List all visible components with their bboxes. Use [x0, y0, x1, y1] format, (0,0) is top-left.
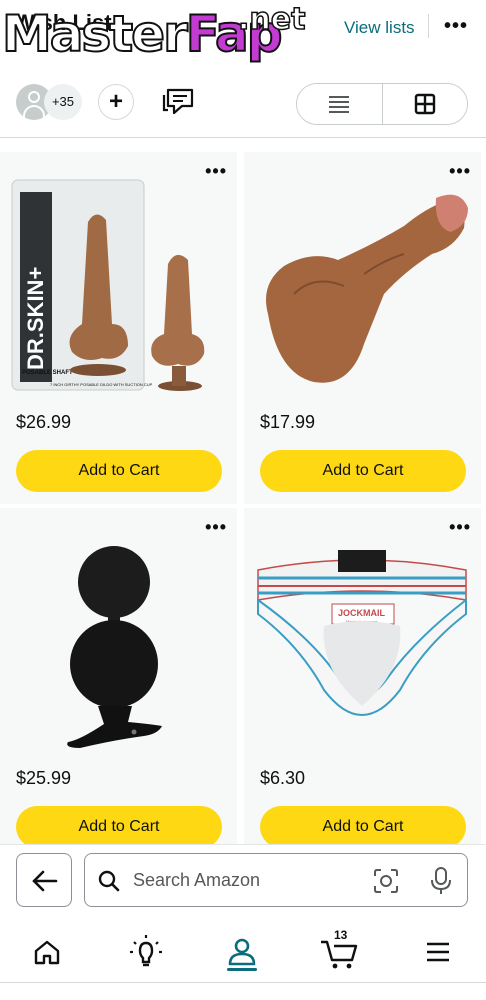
product-card[interactable]: ••• $25.99 Add to Cart	[0, 508, 237, 848]
list-toolbar: +35 +	[0, 76, 486, 130]
add-to-cart-button[interactable]: Add to Cart	[260, 806, 466, 848]
home-icon[interactable]	[27, 932, 67, 972]
cart-count: 13	[334, 928, 348, 942]
camera-scan-icon[interactable]	[373, 868, 399, 894]
search-input[interactable]: Search Amazon	[84, 853, 468, 907]
account-icon[interactable]	[222, 932, 262, 972]
box-subtext: POSABLE SHAFT	[22, 370, 73, 376]
member-count-badge[interactable]: +35	[44, 84, 82, 120]
microphone-icon[interactable]	[429, 866, 453, 896]
box-brand-text: DR.SKIN+	[23, 267, 48, 370]
grid-view-button[interactable]	[382, 84, 467, 124]
product-card[interactable]: ••• DR.SKIN+ POSABLE SHAFT 7 INCH GIRTHY…	[0, 152, 237, 504]
grid-view-icon	[414, 93, 435, 115]
search-area: Search Amazon	[0, 844, 486, 922]
back-button[interactable]	[16, 853, 72, 907]
more-horizontal-icon[interactable]: •••	[444, 16, 468, 36]
menu-icon[interactable]	[418, 932, 458, 972]
box-caption: 7 INCH GIRTHY POSABLE DILDO WITH SUCTION…	[50, 382, 153, 387]
view-lists-link[interactable]: View lists	[344, 18, 415, 38]
product-price: $25.99	[16, 768, 72, 788]
bottom-divider	[0, 982, 486, 1000]
list-view-icon	[329, 96, 350, 113]
product-card[interactable]: ••• $17.99 Add to Cart	[244, 152, 481, 504]
header-divider	[428, 14, 429, 38]
product-image[interactable]	[254, 174, 471, 394]
product-image[interactable]: DR.SKIN+ POSABLE SHAFT 7 INCH GIRTHY POS…	[10, 174, 227, 394]
header: Wish List MasterFap .net View lists •••	[0, 0, 486, 64]
add-to-cart-button[interactable]: Add to Cart	[16, 450, 222, 492]
product-image[interactable]: JOCKMAIL Men's Underwear	[254, 530, 471, 750]
list-view-button[interactable]	[297, 84, 383, 124]
product-card[interactable]: ••• JOCKMAIL Men's Underwear $6.30 Add t…	[244, 508, 481, 848]
chat-icon[interactable]	[160, 86, 196, 118]
brand-text: JOCKMAIL	[338, 608, 386, 618]
search-placeholder: Search Amazon	[133, 870, 261, 890]
view-toggle	[296, 83, 468, 125]
wishlist-page: Wish List MasterFap .net View lists ••• …	[0, 0, 486, 1000]
product-image[interactable]	[10, 530, 227, 750]
product-price: $26.99	[16, 412, 72, 432]
add-to-cart-button[interactable]: Add to Cart	[16, 806, 222, 848]
add-to-cart-button[interactable]: Add to Cart	[260, 450, 466, 492]
search-icon	[98, 870, 120, 892]
watermark-logo: MasterFap .net	[1, 1, 306, 64]
arrow-left-icon	[32, 870, 58, 892]
toolbar-divider	[0, 137, 486, 138]
product-price: $17.99	[260, 412, 316, 432]
cart-icon[interactable]: 13	[318, 928, 358, 972]
bottom-nav: 13	[0, 922, 486, 980]
product-price: $6.30	[260, 768, 306, 788]
add-member-button[interactable]: +	[98, 84, 134, 120]
watermark-net: .net	[237, 1, 306, 38]
nav-active-indicator	[227, 968, 257, 971]
lightbulb-icon[interactable]	[126, 932, 166, 972]
watermark-master: Master	[1, 4, 189, 64]
